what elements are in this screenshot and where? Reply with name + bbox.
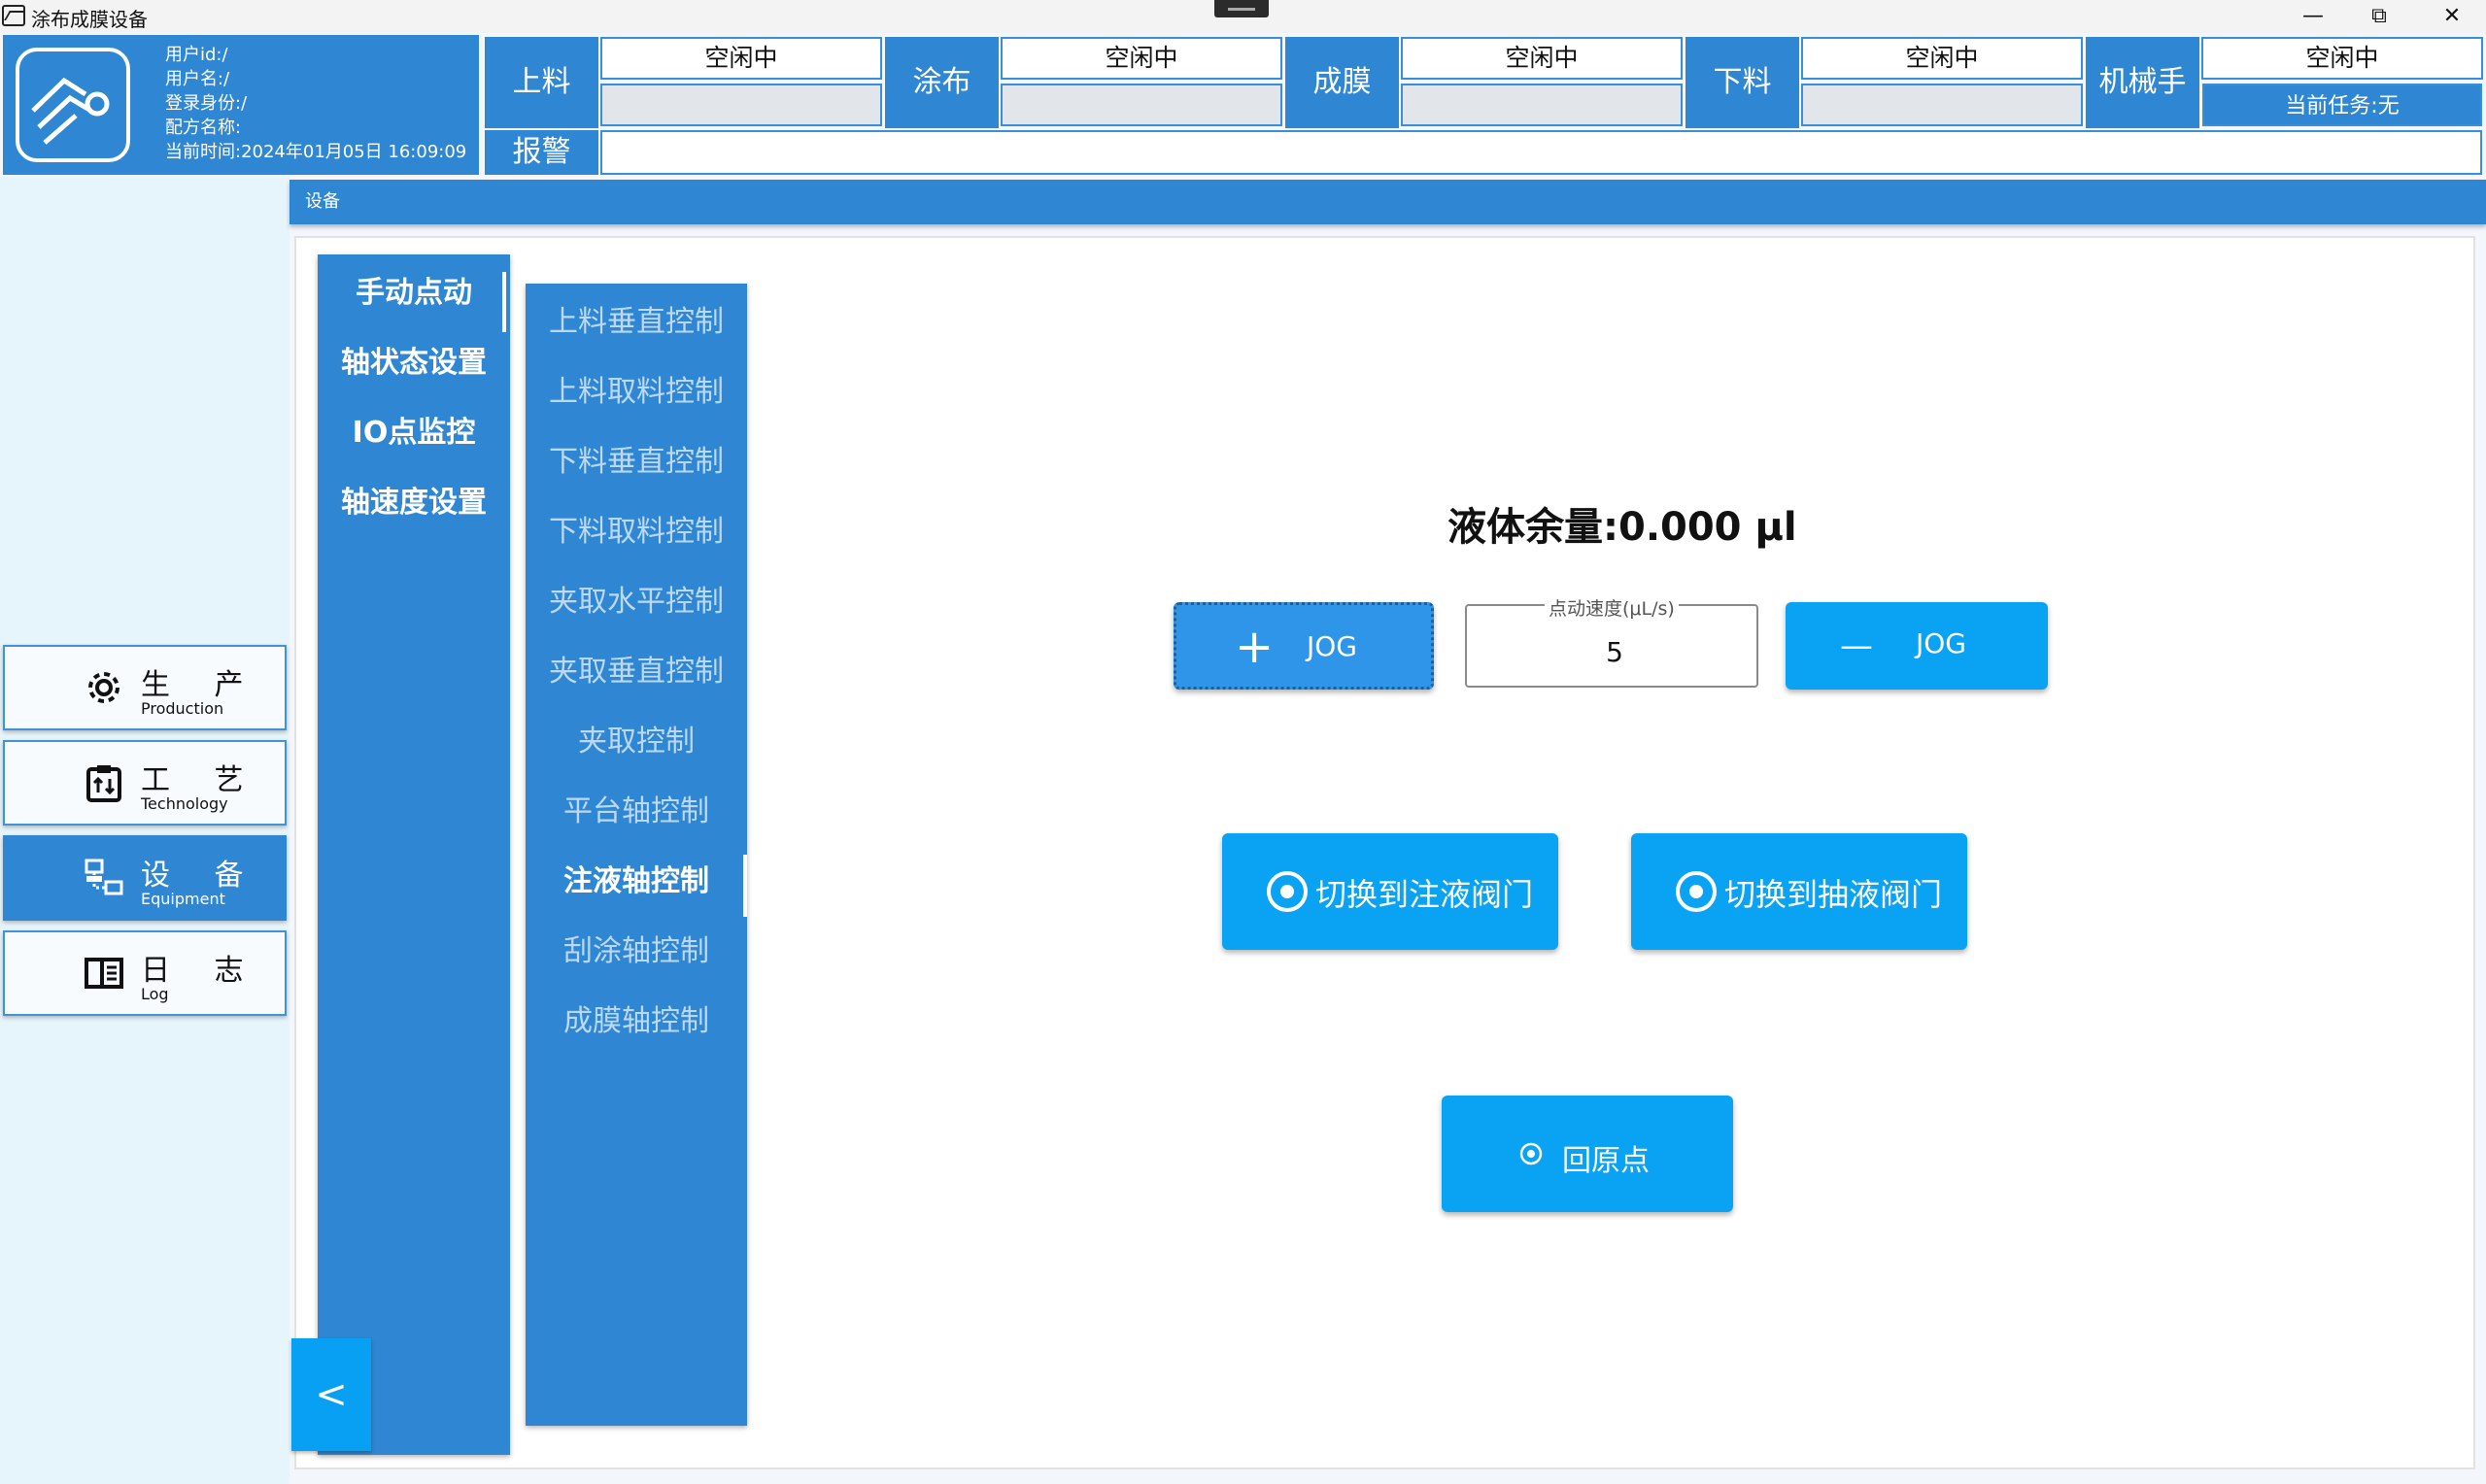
page-title: 设备 (305, 191, 340, 212)
axis-menu-item[interactable]: 上料取料控制 (526, 361, 747, 423)
network-icon (85, 859, 123, 895)
alarm-label: 报警 (485, 130, 598, 175)
stage-status-unloading: 空闲中 (1801, 37, 2083, 80)
axis-menu-item[interactable]: 上料垂直控制 (526, 291, 747, 354)
stage-label-coating: 涂布 (885, 37, 999, 128)
switch-inject-valve-button[interactable]: 切换到注液阀门 (1222, 833, 1558, 950)
nav-production-label: 生 产 (141, 668, 261, 702)
main-nav: 生 产 Production 工 艺 Technology 设 备 Equipm… (0, 177, 289, 1484)
menu-manual-jog[interactable]: 手动点动 (318, 262, 510, 332)
axis-menu-item[interactable]: 夹取水平控制 (526, 571, 747, 633)
clipboard-icon (86, 765, 121, 802)
close-icon[interactable]: ✕ (2419, 0, 2485, 33)
nav-technology[interactable]: 工 艺 Technology (3, 740, 287, 826)
switch-draw-valve-button[interactable]: 切换到抽液阀门 (1631, 833, 1967, 950)
jog-speed-field: 点动速度(μL/s) (1465, 594, 1758, 688)
stage-sub-loading (600, 84, 882, 126)
radio-target-icon (1676, 871, 1717, 912)
jog-plus-button[interactable]: + JOG (1174, 602, 1434, 690)
liquid-remaining: 液体余量:0.000 μl (1447, 505, 1797, 550)
category-menu: 手动点动 轴状态设置 IO点监控 轴速度设置 (318, 254, 510, 1455)
menu-axis-status[interactable]: 轴状态设置 (318, 332, 510, 394)
jog-speed-label: 点动速度(μL/s) (1545, 594, 1679, 621)
menu-axis-speed[interactable]: 轴速度设置 (318, 472, 510, 534)
stage-label-loading: 上料 (485, 37, 598, 128)
stage-status-coating: 空闲中 (1001, 37, 1282, 80)
snap-handle[interactable] (1214, 0, 1269, 17)
home-label: 回原点 (1562, 1144, 1650, 1178)
nav-equipment[interactable]: 设 备 Equipment (3, 835, 287, 921)
minimize-icon[interactable]: — (2280, 0, 2346, 33)
nav-equipment-sub: Equipment (141, 890, 225, 908)
jog-minus-button[interactable]: — JOG (1786, 602, 2048, 690)
current-task: 当前任务:无 (2202, 84, 2482, 126)
alarm-message-box (600, 130, 2482, 175)
axis-menu-item[interactable]: 夹取控制 (526, 711, 747, 773)
plus-icon: + (1235, 620, 1275, 674)
app-icon (2, 5, 25, 26)
axis-menu-item[interactable]: 下料取料控制 (526, 501, 747, 563)
current-time: 当前时间:2024年01月05日 16:09:09 (165, 142, 467, 162)
stage-sub-film (1401, 84, 1683, 126)
axis-menu: 上料垂直控制 上料取料控制 下料垂直控制 下料取料控制 夹取水平控制 夹取垂直控… (526, 284, 747, 1426)
switch-draw-valve-label: 切换到抽液阀门 (1724, 876, 1943, 913)
collapse-menu-button[interactable]: < (291, 1338, 371, 1451)
axis-menu-item[interactable]: 刮涂轴控制 (526, 921, 747, 983)
radio-target-icon (1519, 1142, 1543, 1165)
jog-plus-label: JOG (1307, 630, 1357, 662)
stage-sub-coating (1001, 84, 1282, 126)
user-id: 用户id:/ (165, 45, 228, 65)
user-role: 登录身份:/ (165, 93, 248, 114)
stage-status-film: 空闲中 (1401, 37, 1683, 80)
book-icon (85, 958, 123, 989)
window-title: 涂布成膜设备 (31, 8, 148, 31)
user-panel: 用户id:/ 用户名:/ 登录身份:/ 配方名称: 当前时间:2024年01月0… (3, 35, 479, 175)
radio-target-icon (1267, 871, 1308, 912)
nav-log-label: 日 志 (141, 954, 261, 988)
restore-icon[interactable]: ⧉ (2346, 0, 2412, 33)
axis-menu-item[interactable]: 平台轴控制 (526, 781, 747, 843)
minus-icon: — (1840, 626, 1873, 665)
nav-production[interactable]: 生 产 Production (3, 645, 287, 730)
stage-status-robot: 空闲中 (2201, 37, 2483, 80)
stage-label-robot: 机械手 (2086, 37, 2199, 128)
axis-menu-item[interactable]: 下料垂直控制 (526, 431, 747, 493)
nav-technology-sub: Technology (141, 794, 228, 813)
axis-menu-item-injection[interactable]: 注液轴控制 (526, 851, 747, 917)
gear-icon (88, 672, 119, 703)
jog-speed-input[interactable] (1477, 629, 1753, 674)
user-info: 用户id:/ 用户名:/ 登录身份:/ 配方名称: 当前时间:2024年01月0… (165, 43, 466, 164)
title-bar: 涂布成膜设备 — ⧉ ✕ (0, 0, 2486, 33)
company-logo (16, 48, 130, 162)
nav-equipment-label: 设 备 (141, 859, 261, 893)
menu-io-monitor[interactable]: IO点监控 (318, 402, 510, 464)
nav-production-sub: Production (141, 699, 224, 718)
stage-label-film: 成膜 (1285, 37, 1399, 128)
nav-log-sub: Log (141, 985, 169, 1003)
axis-menu-item[interactable]: 成膜轴控制 (526, 991, 747, 1053)
user-name: 用户名:/ (165, 69, 230, 89)
jog-minus-label: JOG (1916, 627, 1966, 659)
home-button[interactable]: 回原点 (1442, 1096, 1733, 1212)
axis-menu-item[interactable]: 夹取垂直控制 (526, 641, 747, 703)
stage-status-loading: 空闲中 (600, 37, 882, 80)
stage-label-unloading: 下料 (1686, 37, 1799, 128)
switch-inject-valve-label: 切换到注液阀门 (1315, 876, 1534, 913)
nav-technology-label: 工 艺 (141, 763, 261, 797)
recipe-name: 配方名称: (165, 118, 242, 138)
stage-sub-unloading (1801, 84, 2083, 126)
page-header: 设备 (289, 180, 2486, 224)
nav-log[interactable]: 日 志 Log (3, 930, 287, 1016)
